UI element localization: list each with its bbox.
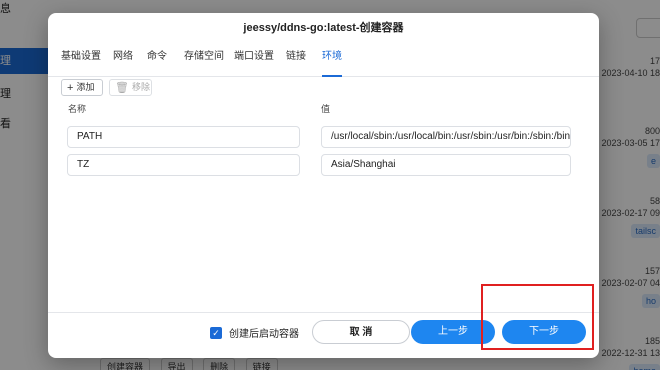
dialog-title: jeessy/ddns-go:latest-创建容器 <box>243 22 404 34</box>
column-header-name: 名称 <box>68 104 87 114</box>
start-after-create-checkbox[interactable]: ✓ <box>210 327 222 339</box>
trash-icon: 🗑 <box>115 82 129 94</box>
env-name-field[interactable]: TZ <box>67 154 300 176</box>
plus-icon: + <box>67 82 74 94</box>
cancel-button[interactable]: 取 消 <box>312 320 410 344</box>
tab-storage[interactable]: 存储空间 <box>184 43 224 77</box>
column-header-value: 值 <box>321 104 331 114</box>
start-after-create-label: 创建后启动容器 <box>229 329 299 340</box>
highlight-box <box>481 284 594 350</box>
tab-environment[interactable]: 环境 <box>322 43 342 77</box>
tab-links[interactable]: 链接 <box>286 43 306 77</box>
env-value-field[interactable]: Asia/Shanghai <box>321 154 571 176</box>
add-button[interactable]: + 添加 <box>61 79 103 96</box>
tab-basic-settings[interactable]: 基础设置 <box>61 43 101 77</box>
tab-bar: 基础设置 网络 命令 存储空间 端口设置 链接 环境 <box>48 43 599 77</box>
tab-network[interactable]: 网络 <box>113 43 133 77</box>
env-name-field[interactable]: PATH <box>67 126 300 148</box>
remove-button[interactable]: 🗑 移除 <box>109 79 152 96</box>
env-value-field[interactable]: /usr/local/sbin:/usr/local/bin:/usr/sbin… <box>321 126 571 148</box>
tab-command[interactable]: 命令 <box>147 43 167 77</box>
tab-port-settings[interactable]: 端口设置 <box>234 43 274 77</box>
